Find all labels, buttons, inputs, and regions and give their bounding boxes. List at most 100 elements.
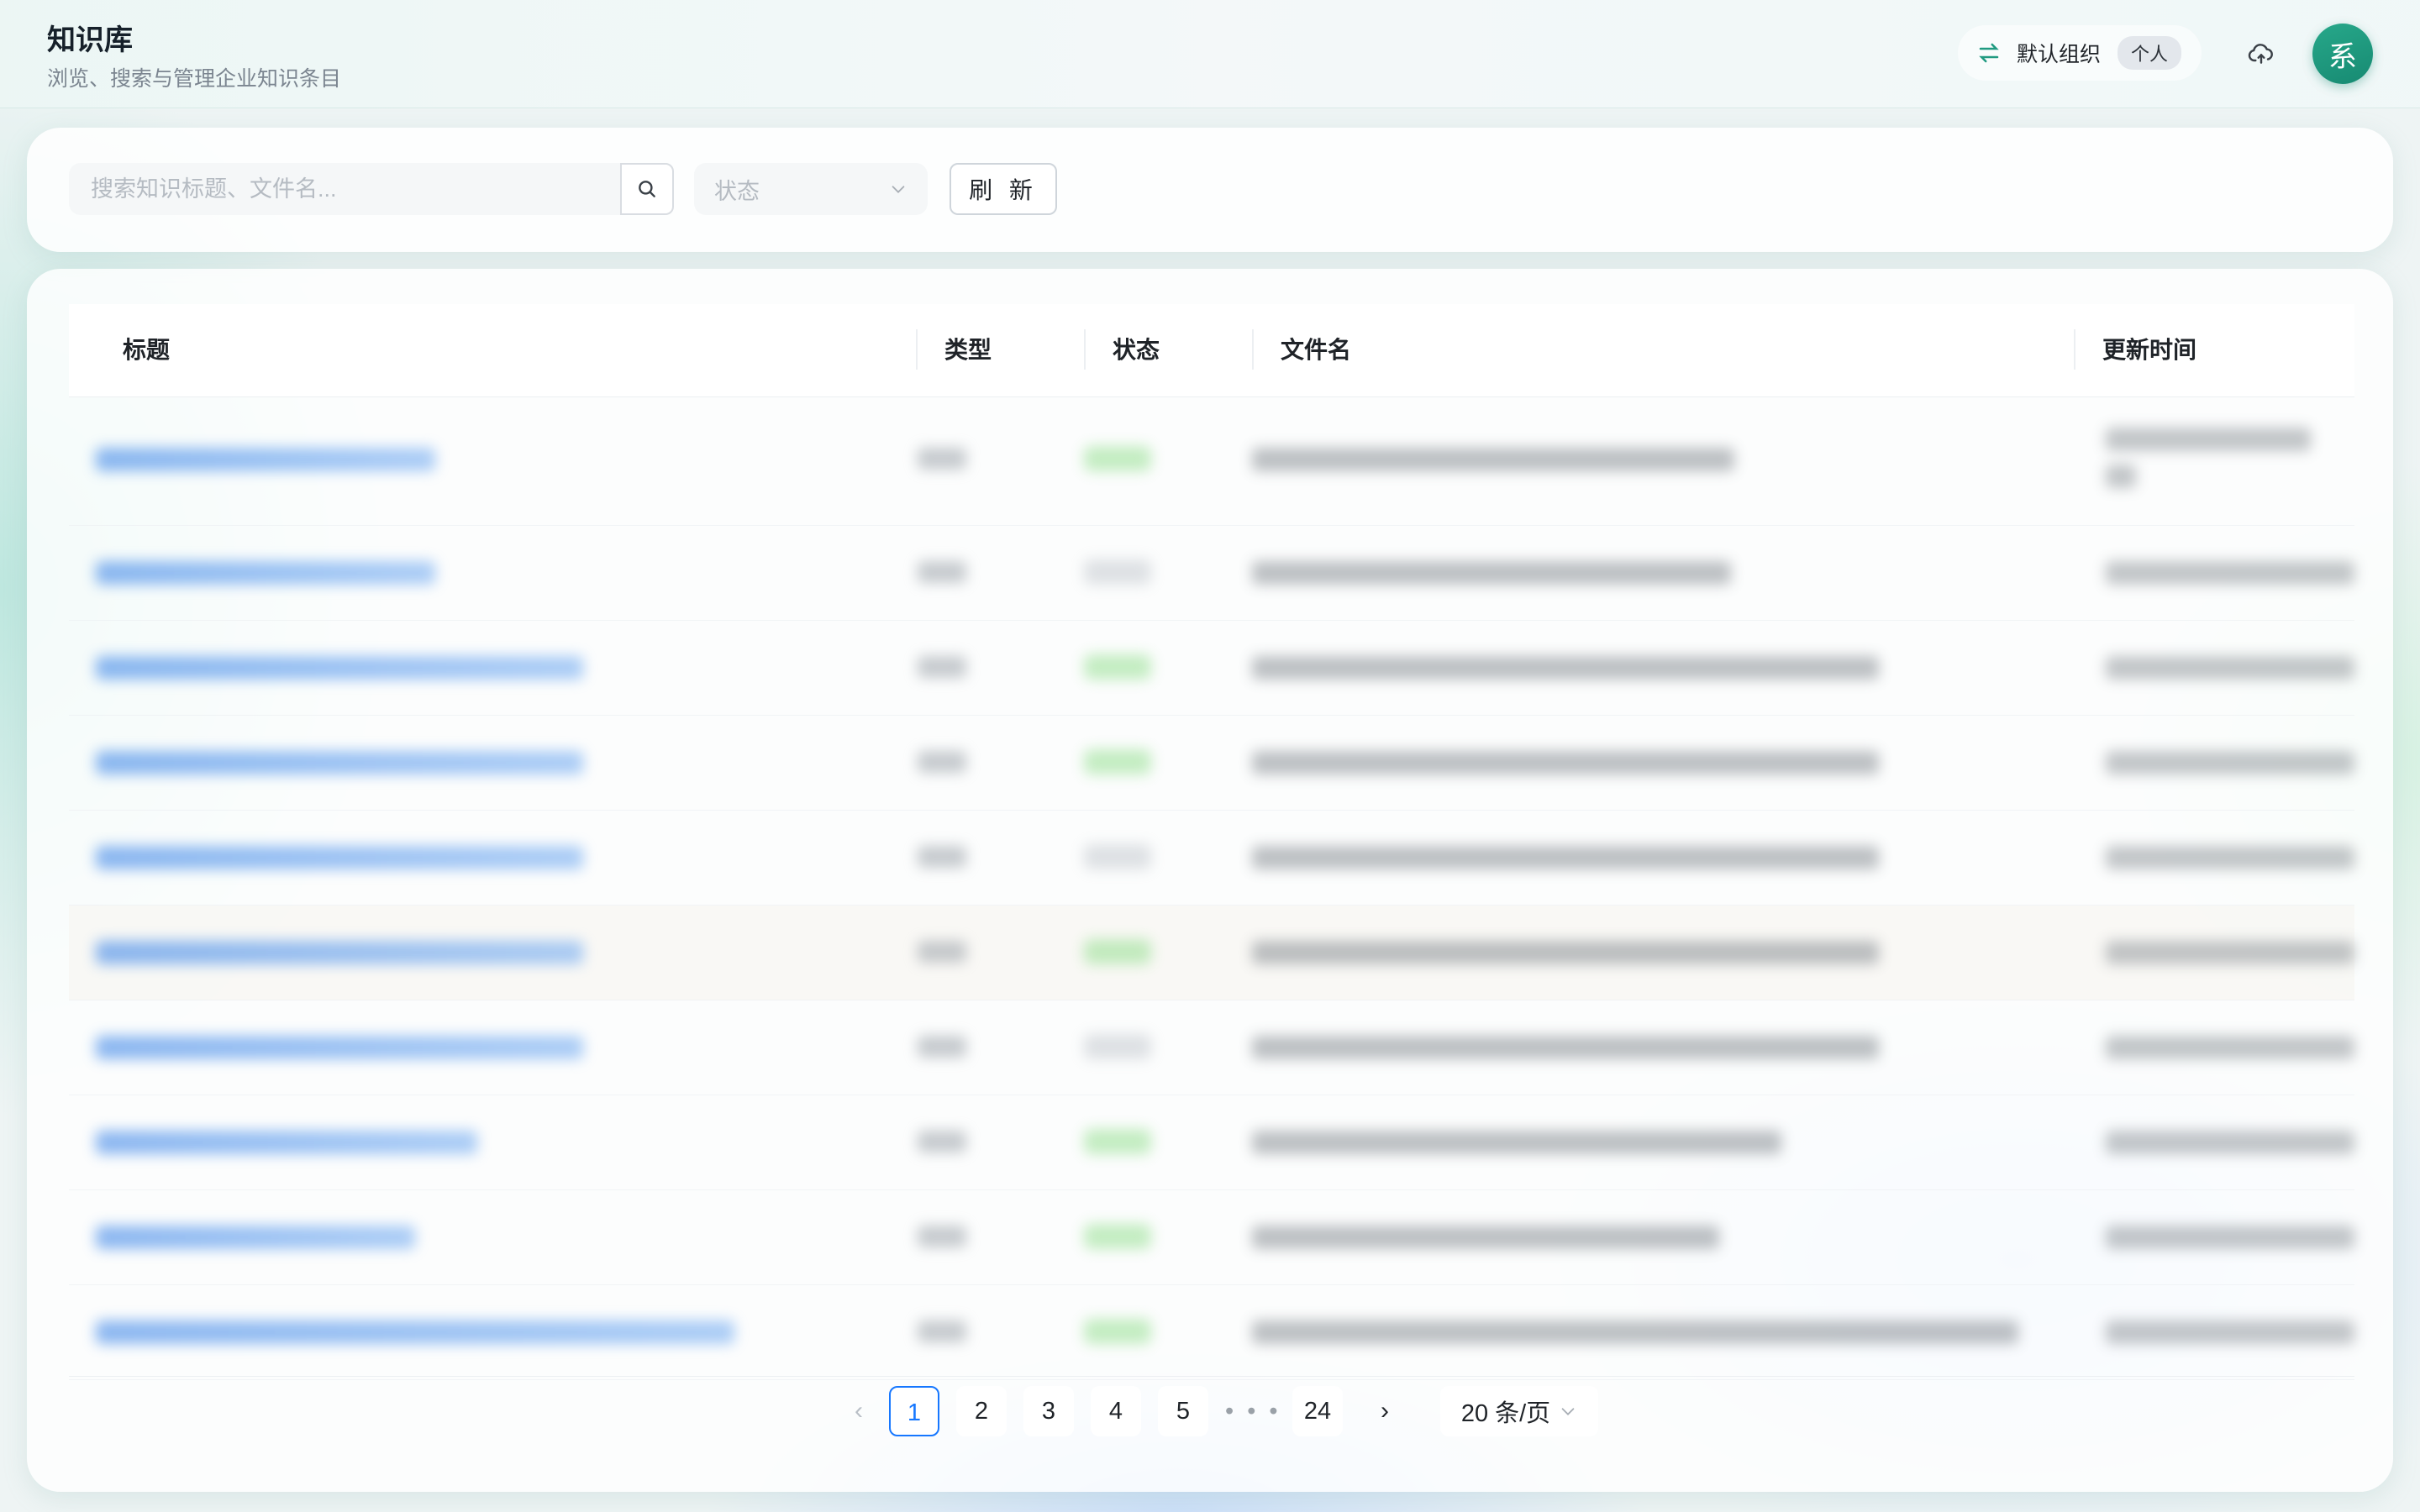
row-filename xyxy=(1252,941,1879,964)
table-row[interactable] xyxy=(69,1190,2354,1285)
status-badge xyxy=(1084,1224,1151,1249)
row-title-link[interactable] xyxy=(96,1036,583,1059)
page-button-4[interactable]: 4 xyxy=(1091,1386,1141,1436)
page-size-select[interactable]: 20 条/页 xyxy=(1440,1386,1598,1436)
column-divider xyxy=(2074,329,2075,370)
row-updated-time xyxy=(2106,941,2354,964)
row-filename xyxy=(1252,448,1734,471)
row-type xyxy=(918,751,966,773)
row-title-link[interactable] xyxy=(96,561,435,585)
page-button-3[interactable]: 3 xyxy=(1023,1386,1074,1436)
knowledge-table-card: 标题 类型 状态 文件名 更新时间 ‹ 1 2 3 4 5 • • • 24 ›… xyxy=(27,269,2393,1492)
pagination-divider xyxy=(69,1376,2354,1377)
row-updated-time xyxy=(2106,1320,2354,1344)
row-title-link[interactable] xyxy=(96,846,583,869)
column-header-type[interactable]: 类型 xyxy=(944,304,992,396)
app-header: 知识库 浏览、搜索与管理企业知识条目 默认组织 个人 系 xyxy=(0,0,2420,108)
table-row[interactable] xyxy=(69,811,2354,906)
page-size-label: 20 条/页 xyxy=(1460,1400,1551,1427)
filter-toolbar: 状态 刷 新 xyxy=(27,128,2393,252)
status-select-placeholder: 状态 xyxy=(714,178,760,204)
row-filename xyxy=(1252,1226,1719,1249)
status-badge xyxy=(1084,749,1151,774)
page-title: 知识库 xyxy=(47,24,133,56)
cloud-upload-icon xyxy=(2248,44,2273,64)
row-updated-time xyxy=(2106,656,2354,680)
row-filename xyxy=(1252,656,1879,680)
page-button-1[interactable]: 1 xyxy=(889,1386,939,1436)
cloud-upload-button[interactable] xyxy=(2242,37,2281,71)
column-header-title[interactable]: 标题 xyxy=(123,304,170,396)
chevron-down-icon xyxy=(892,186,905,193)
table-body xyxy=(69,397,2354,1380)
row-type xyxy=(918,656,966,678)
search-icon xyxy=(639,181,655,197)
refresh-button[interactable]: 刷 新 xyxy=(950,163,1057,215)
row-updated-time xyxy=(2106,1131,2354,1154)
row-type xyxy=(918,1036,966,1058)
column-header-updated[interactable]: 更新时间 xyxy=(2102,304,2196,396)
table-row[interactable] xyxy=(69,1000,2354,1095)
row-type xyxy=(918,1320,966,1342)
row-type xyxy=(918,1226,966,1247)
row-filename xyxy=(1252,1320,2018,1344)
search-input[interactable] xyxy=(69,163,623,215)
page-button-5[interactable]: 5 xyxy=(1158,1386,1208,1436)
table-row[interactable] xyxy=(69,1285,2354,1380)
row-updated-time xyxy=(2106,428,2311,451)
row-type xyxy=(918,561,966,583)
row-title-link[interactable] xyxy=(96,1320,734,1344)
row-filename xyxy=(1252,1131,1781,1154)
avatar[interactable]: 系 xyxy=(2312,24,2373,84)
row-updated-time xyxy=(2106,1036,2354,1059)
row-updated-time-wrap xyxy=(2106,465,2136,488)
row-type xyxy=(918,846,966,868)
page-button-2[interactable]: 2 xyxy=(956,1386,1007,1436)
prev-page-button[interactable]: ‹ xyxy=(834,1386,884,1436)
status-badge xyxy=(1084,1129,1151,1154)
chevron-down-icon xyxy=(1561,1408,1575,1415)
table-row[interactable] xyxy=(69,716,2354,811)
row-title-link[interactable] xyxy=(96,448,435,471)
row-title-link[interactable] xyxy=(96,941,583,964)
row-title-link[interactable] xyxy=(96,751,583,774)
table-row[interactable] xyxy=(69,621,2354,716)
status-badge xyxy=(1084,1034,1151,1059)
row-type xyxy=(918,1131,966,1152)
status-select[interactable]: 状态 xyxy=(694,163,928,215)
table-row[interactable] xyxy=(69,906,2354,1000)
status-badge xyxy=(1084,654,1151,680)
table-header: 标题 类型 状态 文件名 更新时间 xyxy=(69,304,2354,397)
column-divider xyxy=(1084,329,1086,370)
org-switcher[interactable]: 默认组织 个人 xyxy=(1958,25,2202,81)
row-filename xyxy=(1252,751,1879,774)
swap-icon xyxy=(1979,43,1999,63)
row-title-link[interactable] xyxy=(96,1226,415,1249)
page-ellipsis[interactable]: • • • xyxy=(1225,1386,1281,1436)
page-button-last[interactable]: 24 xyxy=(1292,1386,1343,1436)
pagination: ‹ 1 2 3 4 5 • • • 24 › 20 条/页 xyxy=(27,1386,2393,1453)
row-updated-time xyxy=(2106,561,2354,585)
next-page-button[interactable]: › xyxy=(1360,1386,1410,1436)
search-button[interactable] xyxy=(620,163,674,215)
table-row[interactable] xyxy=(69,397,2354,526)
column-header-filename[interactable]: 文件名 xyxy=(1281,304,1351,396)
status-badge xyxy=(1084,559,1151,585)
column-divider xyxy=(916,329,918,370)
column-divider xyxy=(1252,329,1254,370)
table-row[interactable] xyxy=(69,1095,2354,1190)
row-updated-time xyxy=(2106,1226,2354,1249)
row-filename xyxy=(1252,846,1879,869)
status-badge xyxy=(1084,1319,1151,1344)
row-updated-time xyxy=(2106,751,2354,774)
status-badge xyxy=(1084,844,1151,869)
org-badge: 个人 xyxy=(2118,36,2182,70)
row-updated-time xyxy=(2106,846,2354,869)
table-row[interactable] xyxy=(69,526,2354,621)
row-title-link[interactable] xyxy=(96,656,583,680)
row-filename xyxy=(1252,561,1731,585)
status-badge xyxy=(1084,446,1151,471)
row-title-link[interactable] xyxy=(96,1131,477,1154)
row-type xyxy=(918,941,966,963)
column-header-status[interactable]: 状态 xyxy=(1113,304,1160,396)
